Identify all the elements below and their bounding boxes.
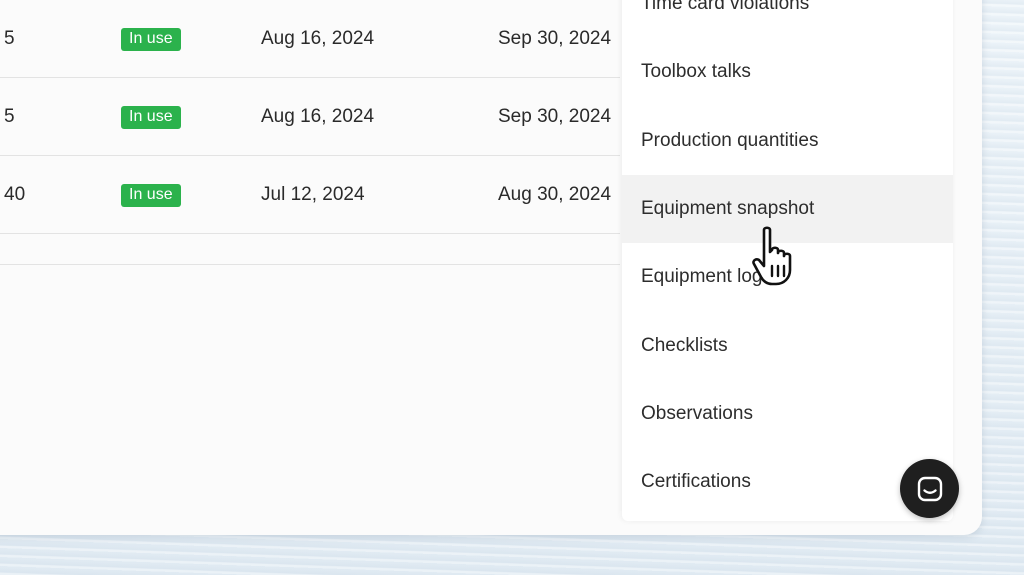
status-cell: In use bbox=[121, 27, 181, 51]
start-date-cell: Aug 16, 2024 bbox=[261, 105, 375, 127]
menu-item-production-quantities[interactable]: Production quantities bbox=[622, 107, 953, 175]
quantity-cell: 5 bbox=[4, 27, 15, 49]
table-footer-divider bbox=[0, 234, 620, 265]
menu-item-equipment-snapshot[interactable]: Equipment snapshot bbox=[622, 174, 953, 244]
menu-item-toolbox-talks[interactable]: Toolbox talks bbox=[622, 38, 953, 106]
menu-item-equipment-logs[interactable]: Equipment logs bbox=[622, 243, 953, 311]
status-cell: In use bbox=[121, 105, 181, 129]
menu-item-time-card-violations[interactable]: Time card violations bbox=[622, 0, 953, 38]
table-row[interactable]: 5 In use Aug 16, 2024 Sep 30, 2024 bbox=[0, 78, 620, 156]
end-date-cell: Sep 30, 2024 bbox=[498, 105, 612, 127]
menu-item-observations[interactable]: Observations bbox=[622, 380, 953, 448]
app-window: 5 In use Aug 16, 2024 Sep 30, 2024 5 In … bbox=[0, 0, 982, 535]
start-date-cell: Aug 16, 2024 bbox=[261, 27, 375, 49]
table-row[interactable]: 40 In use Jul 12, 2024 Aug 30, 2024 bbox=[0, 156, 620, 234]
end-date-cell: Sep 30, 2024 bbox=[498, 27, 612, 49]
menu-item-checklists[interactable]: Checklists bbox=[622, 311, 953, 379]
chat-launcher-button[interactable] bbox=[900, 459, 959, 518]
status-badge: In use bbox=[121, 105, 181, 129]
quantity-cell: 5 bbox=[4, 105, 15, 127]
quantity-cell: 40 bbox=[4, 183, 26, 205]
table-row[interactable]: 5 In use Aug 16, 2024 Sep 30, 2024 bbox=[0, 0, 620, 78]
chat-bubble-icon bbox=[917, 476, 942, 501]
status-badge: In use bbox=[121, 27, 181, 51]
equipment-table: 5 In use Aug 16, 2024 Sep 30, 2024 5 In … bbox=[0, 0, 620, 265]
start-date-cell: Jul 12, 2024 bbox=[261, 183, 365, 205]
end-date-cell: Aug 30, 2024 bbox=[498, 183, 612, 205]
status-cell: In use bbox=[121, 183, 181, 207]
status-badge: In use bbox=[121, 183, 181, 207]
report-type-dropdown: Time card violations Toolbox talks Produ… bbox=[622, 0, 953, 521]
